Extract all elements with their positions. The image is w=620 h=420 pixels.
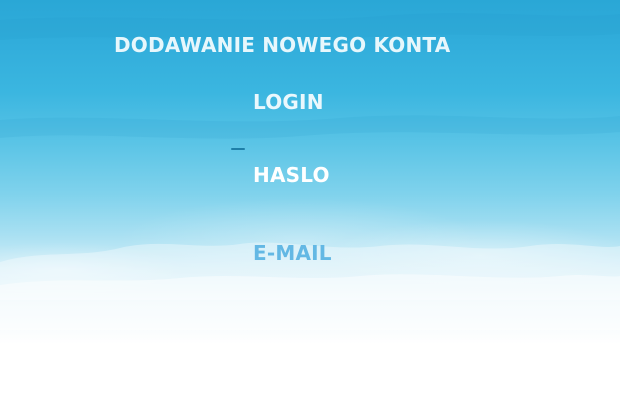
page-title: DODAWANIE NOWEGO KONTA — [114, 33, 451, 57]
email-label: E-MAIL — [253, 241, 332, 265]
cursor-mark — [231, 148, 245, 150]
login-label: LOGIN — [253, 90, 324, 114]
watercolor-background — [0, 13, 620, 330]
password-label: HASLO — [253, 163, 330, 187]
